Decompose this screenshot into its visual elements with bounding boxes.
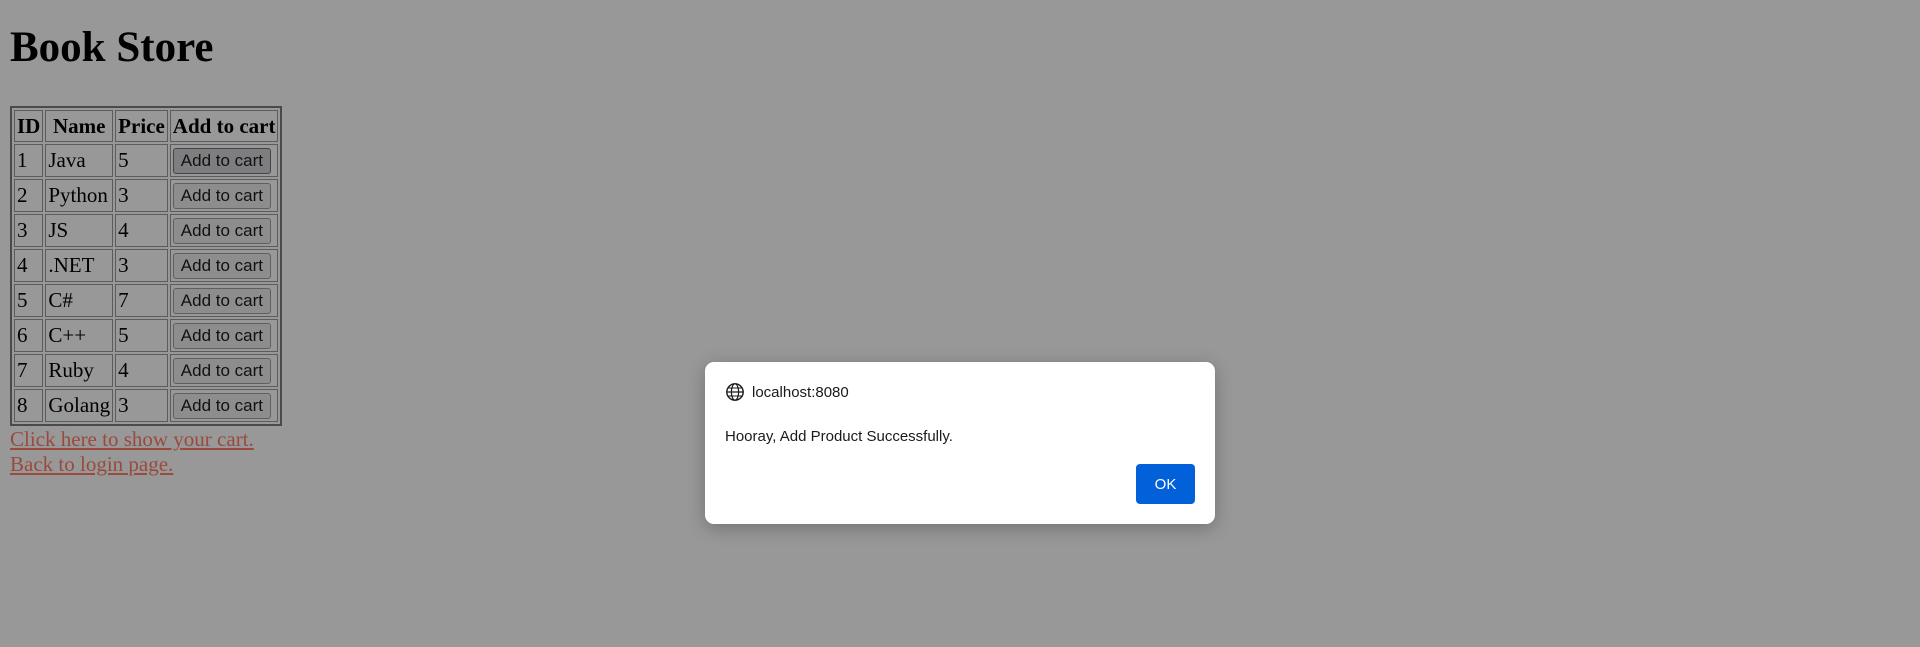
dialog-message: Hooray, Add Product Successfully. xyxy=(725,428,953,445)
table-row: 3 JS 4 Add to cart xyxy=(14,214,279,247)
globe-icon xyxy=(725,382,745,402)
header-price: Price xyxy=(115,110,168,142)
book-price: 3 xyxy=(115,389,168,422)
add-to-cart-button[interactable]: Add to cart xyxy=(172,358,272,384)
book-name: C++ xyxy=(45,319,114,352)
page-links: Click here to show your cart. Back to lo… xyxy=(10,427,254,477)
book-id: 7 xyxy=(14,354,44,387)
book-price: 5 xyxy=(115,319,168,352)
add-to-cart-button[interactable]: Add to cart xyxy=(172,148,272,174)
book-name: Ruby xyxy=(45,354,114,387)
book-id: 6 xyxy=(14,319,44,352)
alert-dialog: localhost:8080 Hooray, Add Product Succe… xyxy=(705,362,1215,524)
book-id: 4 xyxy=(14,249,44,282)
book-id: 5 xyxy=(14,284,44,317)
book-price: 3 xyxy=(115,249,168,282)
header-id: ID xyxy=(14,110,44,142)
book-name: Golang xyxy=(45,389,114,422)
book-id: 8 xyxy=(14,389,44,422)
table-row: 2 Python 3 Add to cart xyxy=(14,179,279,212)
book-id: 1 xyxy=(14,144,44,177)
dialog-origin: localhost:8080 xyxy=(752,383,849,401)
table-row: 7 Ruby 4 Add to cart xyxy=(14,354,279,387)
book-price: 5 xyxy=(115,144,168,177)
header-add-to-cart: Add to cart xyxy=(169,110,279,142)
ok-button[interactable]: OK xyxy=(1136,464,1195,504)
book-name: Python xyxy=(45,179,114,212)
books-table: ID Name Price Add to cart 1 Java 5 Add t… xyxy=(10,106,283,426)
book-id: 2 xyxy=(14,179,44,212)
add-to-cart-button[interactable]: Add to cart xyxy=(172,323,272,349)
book-price: 3 xyxy=(115,179,168,212)
add-to-cart-button[interactable]: Add to cart xyxy=(172,218,272,244)
table-row: 1 Java 5 Add to cart xyxy=(14,144,279,177)
table-row: 8 Golang 3 Add to cart xyxy=(14,389,279,422)
book-name: Java xyxy=(45,144,114,177)
book-price: 4 xyxy=(115,354,168,387)
book-price: 4 xyxy=(115,214,168,247)
book-name: JS xyxy=(45,214,114,247)
table-row: 6 C++ 5 Add to cart xyxy=(14,319,279,352)
page-title: Book Store xyxy=(10,24,214,71)
add-to-cart-button[interactable]: Add to cart xyxy=(172,288,272,314)
book-name: .NET xyxy=(45,249,114,282)
book-name: C# xyxy=(45,284,114,317)
add-to-cart-button[interactable]: Add to cart xyxy=(172,393,272,419)
show-cart-link[interactable]: Click here to show your cart. xyxy=(10,427,254,452)
add-to-cart-button[interactable]: Add to cart xyxy=(172,183,272,209)
table-row: 4 .NET 3 Add to cart xyxy=(14,249,279,282)
book-id: 3 xyxy=(14,214,44,247)
header-name: Name xyxy=(45,110,114,142)
dialog-header: localhost:8080 xyxy=(725,382,849,402)
book-price: 7 xyxy=(115,284,168,317)
add-to-cart-button[interactable]: Add to cart xyxy=(172,253,272,279)
table-row: 5 C# 7 Add to cart xyxy=(14,284,279,317)
back-to-login-link[interactable]: Back to login page. xyxy=(10,452,254,477)
table-header-row: ID Name Price Add to cart xyxy=(14,110,279,142)
